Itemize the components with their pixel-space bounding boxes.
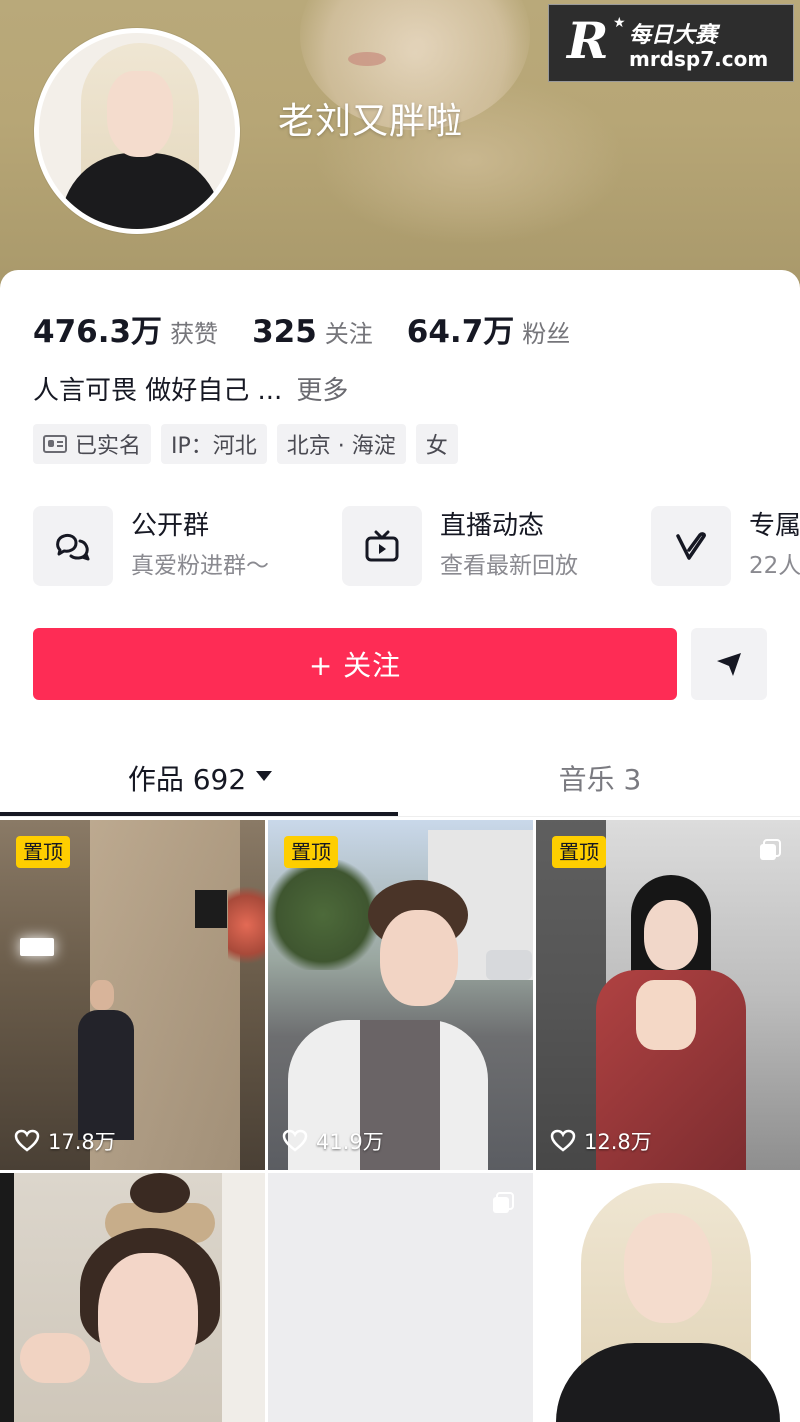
video-likes-count: 12.8万 [584, 1130, 652, 1154]
tv-play-icon [342, 506, 422, 586]
watermark-logo: R ★ 每日大赛 mrdsp7.com [548, 4, 794, 82]
tag-gender: 女 [415, 424, 458, 464]
bio-more-link[interactable]: 更多 [296, 376, 348, 406]
tab-music-label: 音乐 3 [558, 763, 642, 796]
pinned-badge: 置顶 [552, 836, 606, 868]
tag-location[interactable]: 北京 · 海淀 [276, 424, 406, 464]
avatar[interactable] [34, 28, 240, 234]
follow-button[interactable]: + 关注 [33, 628, 677, 700]
group-chat-icon [33, 506, 113, 586]
feature-live-updates[interactable]: 直播动态 查看最新回放 [342, 506, 578, 586]
followers-count[interactable]: 64.7万 [407, 306, 515, 351]
multi-image-icon [760, 839, 781, 860]
heart-icon [14, 1129, 40, 1152]
feature-public-group-title: 公开群 [131, 511, 210, 541]
video-thumbnail-3[interactable]: 置顶 12.8万 [536, 820, 800, 1170]
video-likes: 12.8万 [550, 1126, 652, 1156]
video-likes: 17.8万 [14, 1126, 116, 1156]
profile-tags: 已实名 IP：河北 北京 · 海淀 女 [33, 424, 458, 464]
send-message-button[interactable] [691, 628, 767, 700]
feature-live-updates-title: 直播动态 [440, 511, 545, 541]
watermark-url: mrdsp7.com [629, 47, 769, 71]
bio-text: 人言可畏 做好自己 ... [33, 376, 283, 406]
send-icon [717, 653, 741, 676]
followers-label[interactable]: 粉丝 [522, 314, 570, 349]
pinned-badge: 置顶 [16, 836, 70, 868]
video-thumbnail-2[interactable]: 置顶 41.9万 [268, 820, 533, 1170]
video-thumbnail-6[interactable] [536, 1173, 800, 1422]
tag-gender-label: 女 [425, 434, 448, 459]
heart-icon [550, 1129, 576, 1152]
id-card-icon [43, 435, 67, 453]
likes-label[interactable]: 获赞 [170, 314, 218, 349]
tag-ip: IP：河北 [161, 424, 267, 464]
tag-ip-label: IP：河北 [171, 434, 257, 459]
bio: 人言可畏 做好自己 ... 更多 [33, 370, 348, 407]
feature-exclusive-title: 专属 [749, 511, 800, 541]
tag-location-label: 北京 · 海淀 [286, 434, 396, 459]
tag-verified[interactable]: 已实名 [33, 424, 152, 464]
tag-verified-label: 已实名 [75, 434, 142, 459]
video-likes: 41.9万 [282, 1126, 384, 1156]
username: 老刘又胖啦 [278, 101, 464, 142]
heart-icon [282, 1129, 308, 1152]
following-label[interactable]: 关注 [325, 314, 373, 349]
stats-row: 476.3万 获赞 325 关注 64.7万 粉丝 [33, 306, 604, 351]
video-thumbnail-1[interactable]: 置顶 17.8万 [0, 820, 265, 1170]
feature-live-updates-subtitle: 查看最新回放 [440, 553, 578, 579]
video-thumbnail-5[interactable] [268, 1173, 533, 1422]
feature-public-group[interactable]: 公开群 真爱粉进群～ [33, 506, 269, 586]
feature-public-group-subtitle: 真爱粉进群～ [131, 553, 269, 579]
watermark-title: 每日大赛 [629, 23, 718, 48]
caret-down-icon[interactable] [256, 771, 273, 781]
v-fan-icon [651, 506, 731, 586]
multi-image-icon [493, 1192, 514, 1213]
video-likes-count: 17.8万 [48, 1130, 116, 1154]
star-icon: ★ [613, 15, 626, 31]
tab-divider [0, 816, 800, 817]
tab-works-label: 作品 692 [127, 763, 247, 796]
video-thumbnail-4[interactable] [0, 1173, 265, 1422]
tab-works[interactable]: 作品 692 [0, 740, 400, 816]
tab-music[interactable]: 音乐 3 [400, 740, 800, 816]
video-likes-count: 41.9万 [316, 1130, 384, 1154]
banner-photo-detail [348, 52, 386, 66]
watermark-r-logo: R [567, 11, 609, 70]
feature-exclusive-subtitle: 22人 [749, 553, 800, 579]
likes-count[interactable]: 476.3万 [33, 306, 162, 351]
pinned-badge: 置顶 [284, 836, 338, 868]
content-tabs: 作品 692 音乐 3 [0, 740, 800, 817]
following-count[interactable]: 325 [252, 314, 317, 350]
feature-entries: 公开群 真爱粉进群～ 直播动态 查看最新回放 专属 22人 [33, 506, 800, 588]
feature-exclusive[interactable]: 专属 22人 [651, 506, 800, 586]
